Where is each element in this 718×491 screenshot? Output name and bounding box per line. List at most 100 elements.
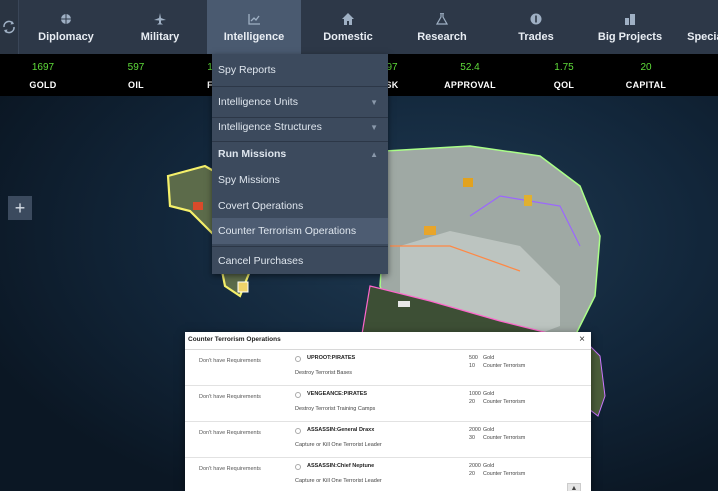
panel-header: Counter Terrorism Operations × [185, 332, 591, 350]
mission-radio[interactable] [295, 356, 301, 362]
menu-item-spy-missions[interactable]: Spy Missions [212, 167, 388, 193]
ct-label: Counter Terrorism [483, 435, 526, 441]
gold-label: Gold [483, 463, 495, 469]
gold-label: Gold [483, 391, 495, 397]
requirement-status: Don't have Requirements [199, 430, 261, 436]
flask-icon [436, 12, 448, 26]
mission-name: VENGEANCE:PIRATES [307, 391, 368, 397]
refresh-button[interactable] [0, 0, 19, 54]
stat-value: 20 [640, 62, 652, 73]
nav-domestic[interactable]: Domestic [301, 0, 395, 54]
nav-big-projects[interactable]: Big Projects [583, 0, 677, 54]
chevron-up-icon: ▲ [570, 484, 578, 491]
divider [212, 86, 388, 87]
menu-item-label: Counter Terrorism Operations [218, 225, 357, 237]
menu-item-label: Cancel Purchases [218, 255, 304, 267]
mission-row: Don't have Requirements ASSASSIN:General… [185, 422, 591, 458]
menu-item-run-missions[interactable]: Run Missions ▲ [212, 141, 388, 167]
mission-description: Capture or Kill One Terrorist Leader [295, 442, 382, 448]
mission-description: Destroy Terrorist Training Camps [295, 406, 376, 412]
ct-cost: 10 [469, 363, 475, 369]
mission-row: Don't have Requirements UPROOT:PIRATES D… [185, 350, 591, 386]
nav-special-abilities[interactable]: Special Abiliti [677, 0, 718, 54]
divider [212, 246, 388, 247]
menu-item-intelligence-structures[interactable]: Intelligence Structures ▼ [212, 114, 388, 140]
stat-value: 1697 [31, 62, 55, 73]
ct-cost: 30 [469, 435, 475, 441]
menu-item-cancel-purchases[interactable]: Cancel Purchases [212, 248, 388, 274]
app-root: + Diplomacy Military Intelligence Domest… [0, 0, 718, 491]
chevron-down-icon: ▼ [370, 122, 378, 132]
stat-approval: 52.4 APPROVAL [438, 54, 502, 96]
gold-cost: 2000 [469, 463, 481, 469]
nav-military[interactable]: Military [113, 0, 207, 54]
gold-cost: 500 [469, 355, 478, 361]
chevron-down-icon: ▼ [370, 97, 378, 107]
intelligence-dropdown: Spy Reports Intelligence Units ▼ Intellig… [212, 54, 388, 274]
mission-radio[interactable] [295, 464, 301, 470]
nav-research[interactable]: Research [395, 0, 489, 54]
mission-name: ASSASSIN:Chief Neptune [307, 463, 375, 469]
menu-item-label: Intelligence Units [218, 96, 298, 108]
nav-label: Domestic [323, 30, 373, 43]
menu-item-label: Covert Operations [218, 200, 304, 212]
gold-cost: 2000 [469, 427, 481, 433]
nav-label: Trades [518, 30, 554, 43]
globe-icon [60, 12, 72, 26]
mission-name: ASSASSIN:General Draxx [307, 427, 375, 433]
nav-label: Diplomacy [38, 30, 94, 43]
mission-row: Don't have Requirements ASSASSIN:Chief N… [185, 458, 591, 491]
nav-label: Military [140, 30, 180, 43]
requirement-status: Don't have Requirements [199, 466, 261, 472]
menu-item-label: Intelligence Structures [218, 121, 322, 133]
nav-diplomacy[interactable]: Diplomacy [19, 0, 113, 54]
stat-value: 52.4 [460, 62, 480, 73]
menu-item-spy-reports[interactable]: Spy Reports [212, 57, 388, 83]
ct-cost: 20 [469, 399, 475, 405]
mission-description: Destroy Terrorist Bases [295, 370, 353, 376]
stat-label: OIL [128, 80, 144, 90]
menu-item-label: Spy Missions [218, 174, 280, 186]
ct-label: Counter Terrorism [483, 399, 526, 405]
nav-trades[interactable]: Trades [489, 0, 583, 54]
gold-label: Gold [483, 355, 495, 361]
ct-cost: 20 [469, 471, 475, 477]
mission-radio[interactable] [295, 392, 301, 398]
map-marker[interactable] [524, 195, 532, 206]
zoom-in-button[interactable]: + [8, 196, 32, 220]
map-marker[interactable] [193, 202, 203, 210]
nav-intelligence[interactable]: Intelligence [207, 0, 301, 54]
nav-label: Intelligence [223, 30, 285, 43]
stat-qol: 1.75 QOL [532, 54, 596, 96]
nav-label: Special Abiliti [687, 30, 718, 43]
chart-icon [247, 12, 261, 26]
home-icon [342, 12, 354, 26]
stat-label: GOLD [29, 80, 57, 90]
jet-icon [154, 12, 166, 26]
mission-name: UPROOT:PIRATES [307, 355, 356, 361]
stat-value: 1.75 [554, 62, 574, 73]
menu-item-intelligence-units[interactable]: Intelligence Units ▼ [212, 89, 388, 115]
nav-label: Research [417, 30, 467, 43]
close-icon[interactable]: × [579, 334, 585, 345]
gold-cost: 1000 [469, 391, 481, 397]
stat-oil: 597 OIL [104, 54, 168, 96]
ct-label: Counter Terrorism [483, 471, 526, 477]
top-navigation: Diplomacy Military Intelligence Domestic… [0, 0, 718, 54]
menu-item-counter-terrorism-operations[interactable]: Counter Terrorism Operations [212, 218, 388, 244]
stat-value: 597 [127, 62, 145, 73]
stat-label: QOL [553, 80, 575, 90]
scroll-up-button[interactable]: ▲ [567, 483, 581, 491]
requirement-status: Don't have Requirements [199, 394, 261, 400]
map-marker[interactable] [463, 178, 473, 187]
coin-icon [530, 12, 542, 26]
menu-item-covert-operations[interactable]: Covert Operations [212, 193, 388, 219]
counter-terrorism-panel: Counter Terrorism Operations × Don't hav… [185, 332, 591, 491]
mission-description: Capture or Kill One Terrorist Leader [295, 478, 382, 484]
map-marker[interactable] [424, 226, 436, 235]
mission-radio[interactable] [295, 428, 301, 434]
stat-label: CAPITAL [625, 80, 667, 90]
building-icon [624, 12, 636, 26]
map-marker[interactable] [398, 301, 410, 307]
map-marker[interactable] [237, 281, 249, 293]
